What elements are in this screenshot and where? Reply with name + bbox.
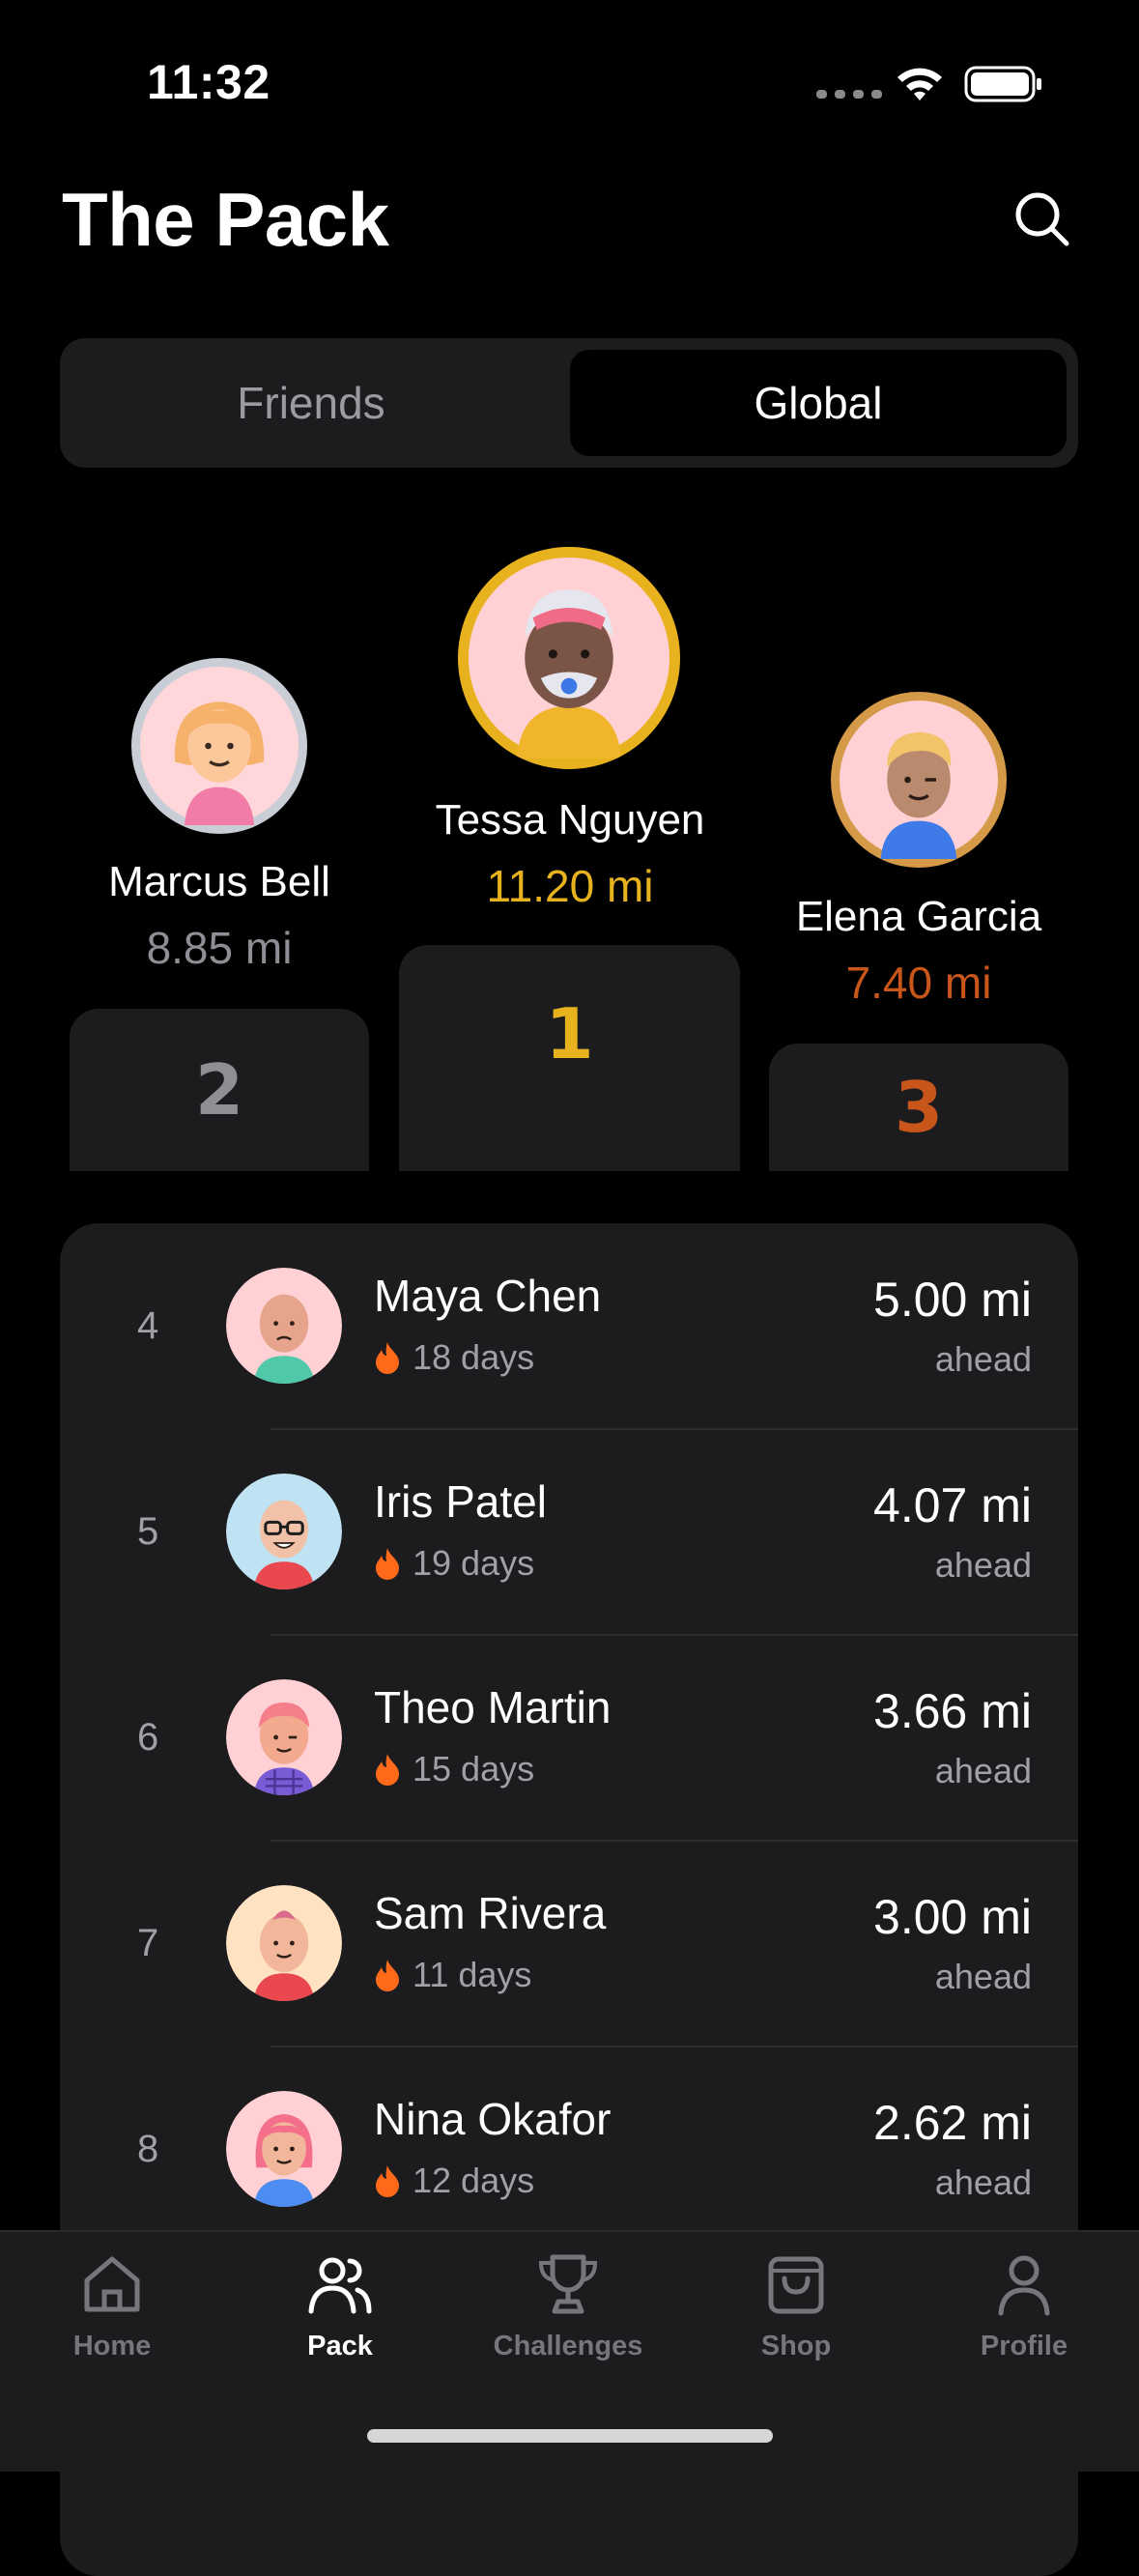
flame-icon	[376, 1754, 399, 1786]
flame-icon	[376, 1548, 399, 1580]
search-icon[interactable]	[1012, 189, 1072, 249]
leaderboard-row[interactable]: 7 Sam Rivera 11 days 3.00 mi ahead	[60, 1841, 1078, 2046]
row-name: Iris Patel	[374, 1476, 547, 1527]
row-rank: 4	[137, 1304, 159, 1347]
segment-global[interactable]: Global	[570, 350, 1067, 456]
podium-second-distance: 8.85 mi	[146, 923, 293, 973]
row-streak-label: 15 days	[413, 1749, 535, 1789]
avatar-illustration	[226, 1474, 342, 1589]
tab-label: Home	[72, 2331, 152, 2361]
flame-icon	[376, 2165, 399, 2197]
avatar-illustration	[226, 1679, 342, 1795]
person-icon	[998, 2255, 1050, 2316]
tab-label: Profile	[980, 2331, 1068, 2361]
row-streak-label: 12 days	[413, 2161, 535, 2200]
podium-first-name: Tessa Nguyen	[435, 796, 705, 844]
row-distance-sub: ahead	[934, 1545, 1032, 1585]
podium-third-name: Elena Garcia	[795, 893, 1042, 940]
row-name: Maya Chen	[374, 1271, 602, 1321]
flame-icon	[376, 1342, 399, 1374]
avatar	[226, 2091, 342, 2207]
avatar-illustration	[140, 667, 299, 825]
row-distance: 3.66 mi	[873, 1684, 1032, 1738]
row-rank: 7	[137, 1922, 159, 1964]
podium-second-block: 2	[70, 1009, 369, 1171]
tab-challenges[interactable]: Challenges	[471, 2249, 665, 2362]
row-rank: 5	[137, 1510, 159, 1553]
podium-second-rank: 2	[194, 1049, 244, 1131]
tab-pack[interactable]: Pack	[243, 2249, 437, 2362]
cellular-signal-icon	[816, 90, 882, 99]
flame-icon	[376, 1960, 399, 1991]
tab-label: Shop	[760, 2331, 832, 2361]
row-streak: 12 days	[374, 2161, 534, 2201]
podium-first-block: 1	[399, 945, 740, 1171]
avatar-illustration	[840, 701, 998, 859]
tab-shop[interactable]: Shop	[699, 2249, 893, 2362]
podium-second-name: Marcus Bell	[108, 858, 330, 905]
tab-label: Challenges	[493, 2331, 643, 2361]
podium-third-avatar[interactable]	[831, 692, 1007, 868]
page-title: The Pack	[62, 177, 389, 262]
avatar-illustration	[226, 1268, 342, 1384]
leaderboard-row[interactable]: 6 Theo Martin 15 days 3.66 mi ahead	[60, 1635, 1078, 1841]
row-distance-sub: ahead	[934, 1751, 1032, 1790]
segment-friends[interactable]: Friends	[60, 338, 562, 468]
podium-third-distance: 7.40 mi	[845, 958, 992, 1008]
row-streak: 19 days	[374, 1543, 534, 1584]
row-rank: 8	[137, 2128, 159, 2170]
tab-label: Pack	[307, 2331, 373, 2361]
avatar	[226, 1474, 342, 1589]
scope-segmented-control: Friends Global	[60, 338, 1078, 468]
avatar-illustration	[226, 2091, 342, 2207]
row-distance: 4.07 mi	[873, 1478, 1032, 1532]
row-streak: 15 days	[374, 1749, 534, 1789]
row-distance-sub: ahead	[934, 1957, 1032, 1996]
avatar	[226, 1679, 342, 1795]
leaderboard-row[interactable]: 5 Iris Patel 19 days 4.07 mi ahead	[60, 1429, 1078, 1635]
status-time: 11:32	[147, 55, 271, 109]
podium-first-rank: 1	[545, 993, 594, 1074]
podium-second-avatar[interactable]	[131, 658, 307, 834]
leaderboard-row[interactable]: 4 Maya Chen 18 days 5.00 mi ahead	[60, 1223, 1078, 1429]
avatar-illustration	[226, 1885, 342, 2001]
bag-icon	[768, 2256, 824, 2314]
podium-first-distance: 11.20 mi	[486, 861, 654, 911]
row-rank: 6	[137, 1716, 159, 1759]
home-indicator	[367, 2429, 773, 2443]
row-distance-sub: ahead	[934, 1339, 1032, 1379]
avatar	[226, 1268, 342, 1384]
row-name: Sam Rivera	[374, 1888, 607, 1938]
battery-icon	[964, 66, 1041, 102]
row-streak: 11 days	[374, 1955, 531, 1995]
avatar-illustration	[469, 558, 669, 758]
leaderboard-row[interactable]: 8 Nina Okafor 12 days 2.62 mi ahead	[60, 2046, 1078, 2252]
pack-icon	[308, 2257, 372, 2314]
row-distance: 5.00 mi	[873, 1273, 1032, 1327]
tab-home[interactable]: Home	[15, 2249, 209, 2362]
row-distance: 2.62 mi	[873, 2096, 1032, 2150]
row-streak-label: 18 days	[413, 1337, 535, 1377]
home-icon	[84, 2256, 140, 2312]
trophy-icon	[538, 2254, 598, 2314]
row-streak-label: 11 days	[413, 1955, 532, 1994]
podium-first-avatar[interactable]	[458, 547, 680, 769]
row-streak: 18 days	[374, 1337, 534, 1378]
tab-profile[interactable]: Profile	[927, 2249, 1121, 2362]
podium-third-rank: 3	[894, 1067, 944, 1148]
row-distance-sub: ahead	[934, 2162, 1032, 2202]
row-streak-label: 19 days	[413, 1543, 535, 1583]
row-name: Theo Martin	[374, 1682, 612, 1732]
avatar	[226, 1885, 342, 2001]
row-name: Nina Okafor	[374, 2094, 612, 2144]
wifi-icon	[897, 68, 942, 100]
podium-third-block: 3	[769, 1044, 1068, 1171]
row-distance: 3.00 mi	[873, 1890, 1032, 1944]
